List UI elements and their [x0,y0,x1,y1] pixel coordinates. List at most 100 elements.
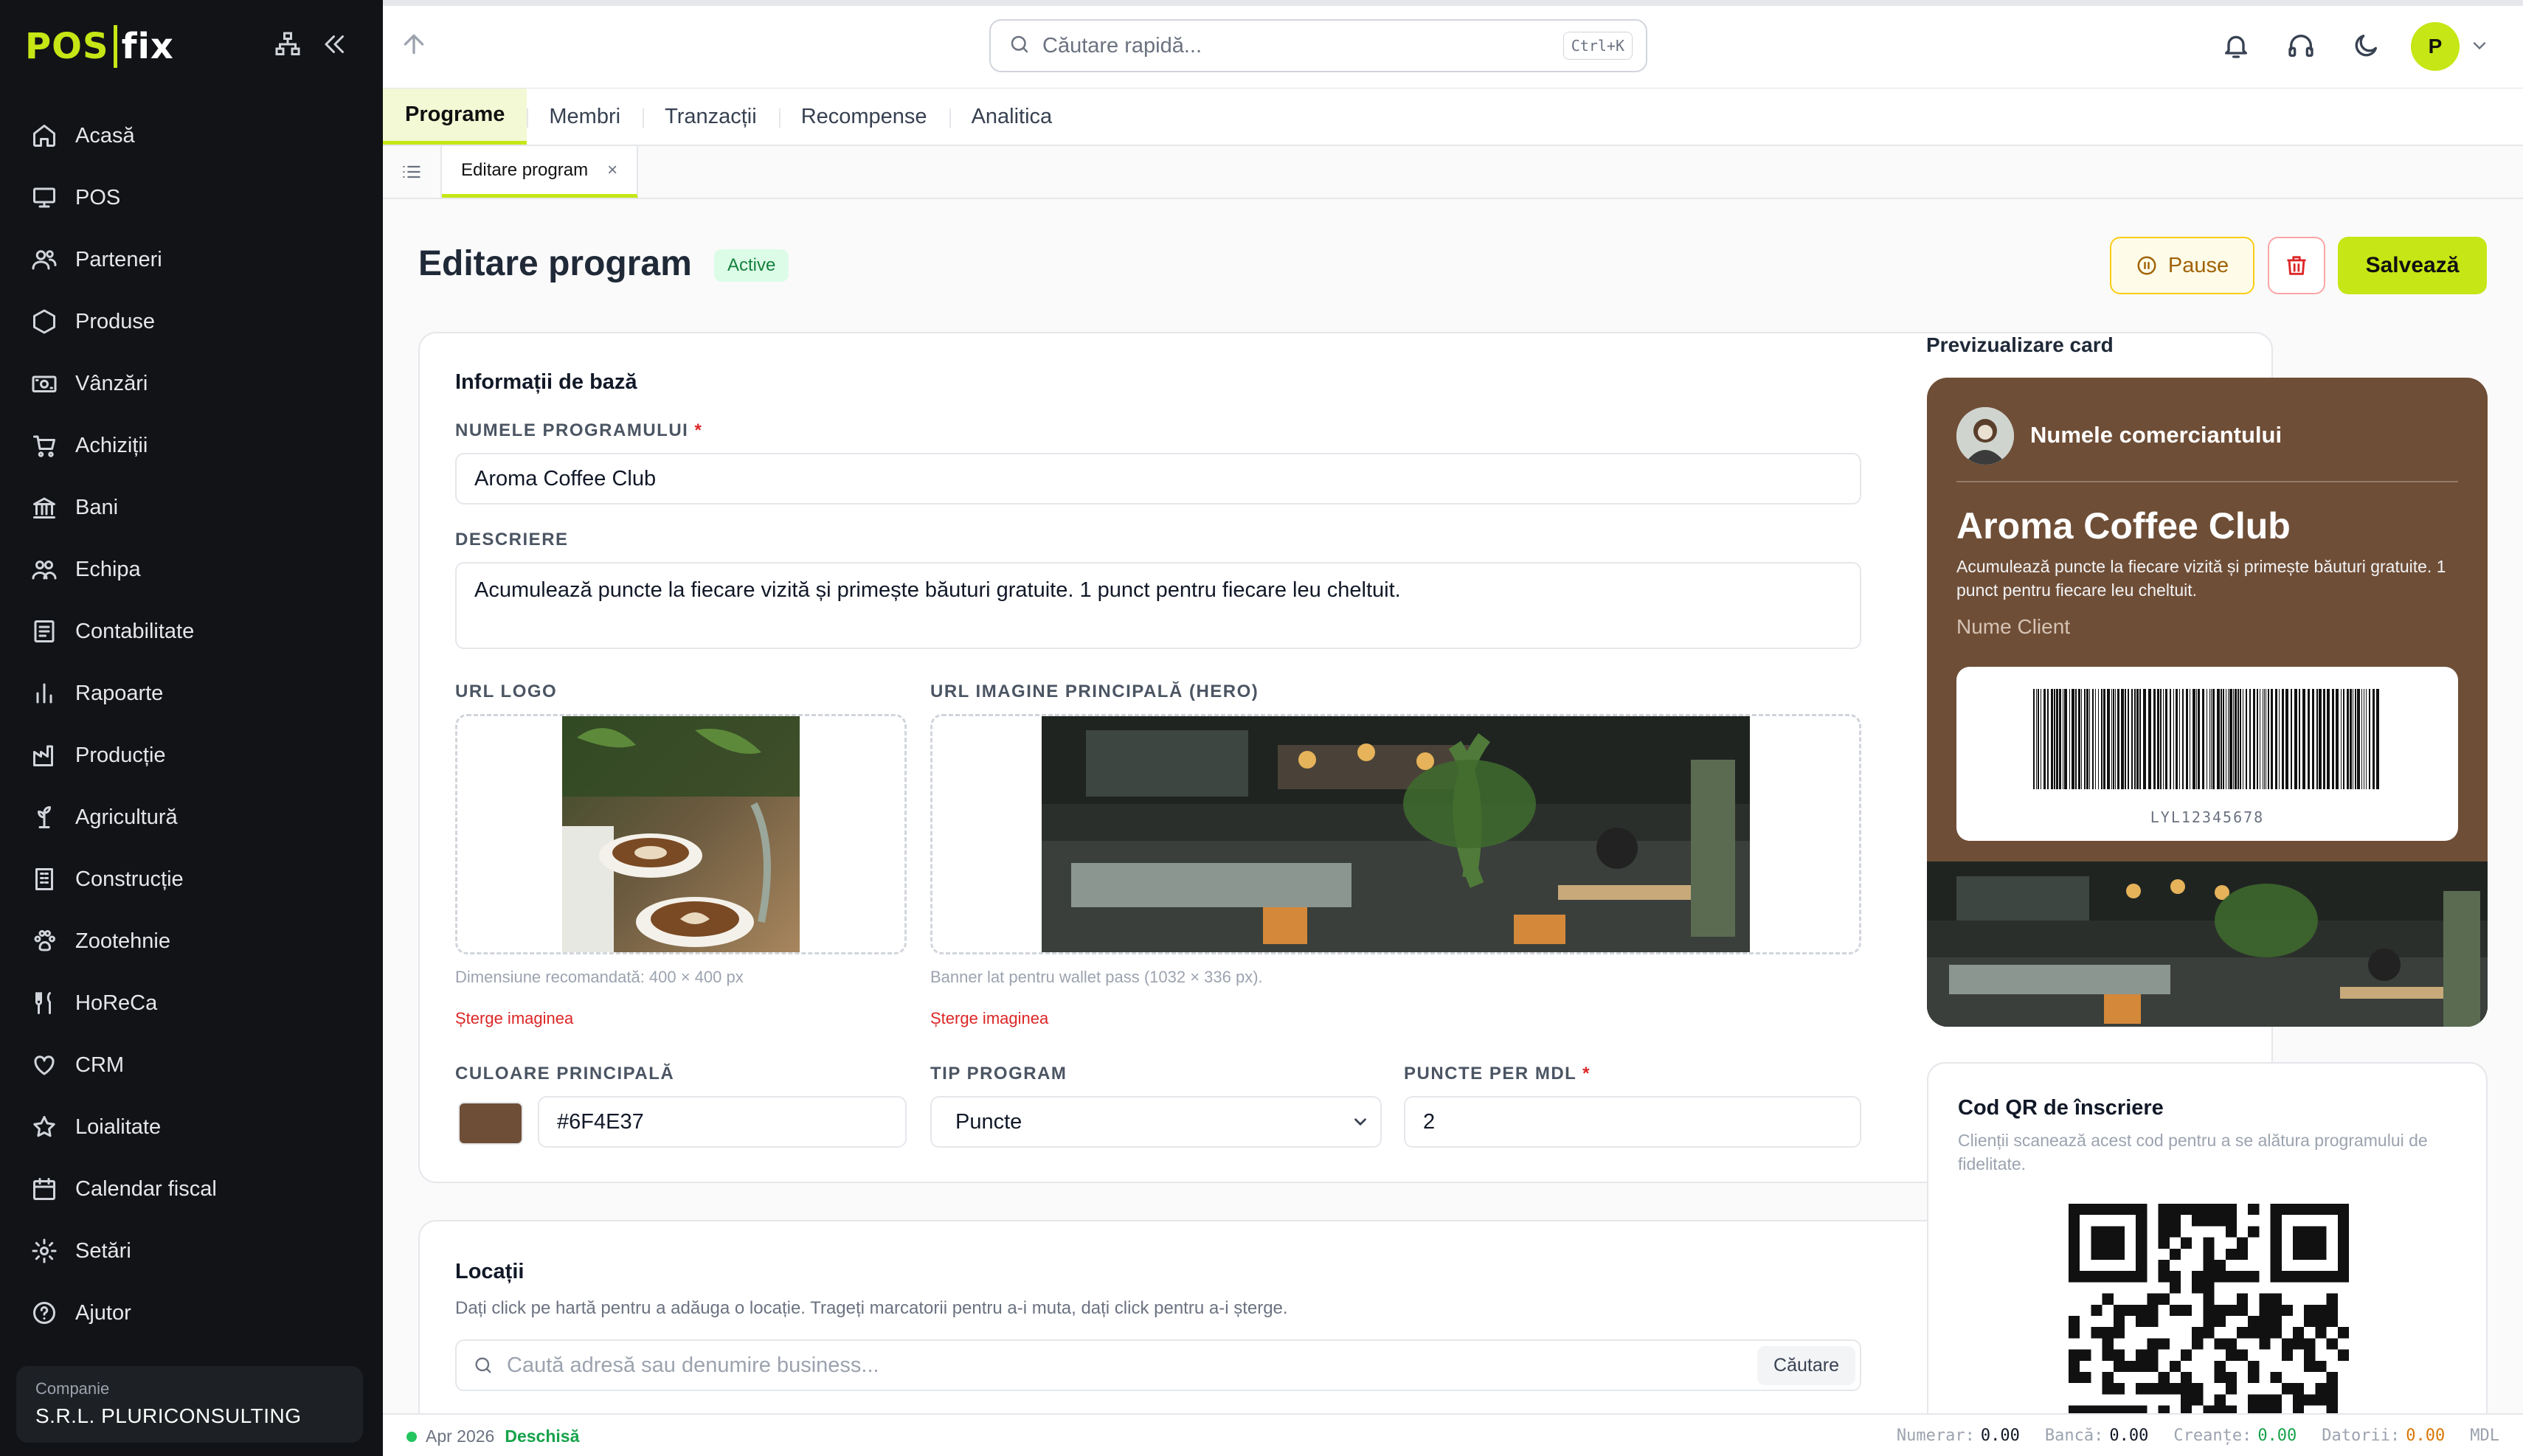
qr-module [2248,1327,2260,1339]
bell-icon[interactable] [2218,28,2254,63]
sidebar-item-zootehnie[interactable]: Zootehnie [0,910,383,972]
arrow-up-icon[interactable] [399,30,432,62]
sidebar-item-acasa[interactable]: Acasă [0,105,383,167]
user-avatar[interactable]: P [2411,22,2460,71]
logo-dropzone[interactable] [455,714,907,954]
qr-module [2225,1349,2237,1361]
delete-button[interactable] [2268,237,2325,294]
period-state: Deschisă [505,1426,580,1446]
list-icon[interactable] [383,146,442,198]
qr-module [2326,1304,2338,1316]
tab-membri[interactable]: Membri [527,89,643,145]
barcode-bar [2238,689,2239,789]
program-type-select[interactable]: Puncte [930,1096,1382,1148]
pause-button[interactable]: Pause [2110,237,2254,294]
program-name-value: Aroma Coffee Club [474,466,657,490]
qr-module [2169,1383,2181,1395]
headset-icon[interactable] [2283,28,2319,63]
sidebar-item-label: CRM [75,1053,125,1077]
app-logo[interactable]: POS fix [25,21,174,72]
color-swatch[interactable] [458,1102,523,1145]
sidebar-item-horeca[interactable]: HoReCa [0,972,383,1034]
address-search-button[interactable]: Căutare [1757,1345,1855,1385]
sidebar-item-productie[interactable]: Producție [0,724,383,786]
quick-search[interactable]: Căutare rapidă... Ctrl+K [989,19,1647,72]
tab-tranzactii[interactable]: Tranzacții [643,89,779,145]
moon-icon[interactable] [2348,28,2384,63]
tab-label: Membri [549,104,621,128]
company-selector[interactable]: Companie S.R.L. PLURICONSULTING [16,1366,363,1443]
qr-module [2304,1394,2316,1406]
barcode-bar [2160,689,2162,789]
barcode-bar [2246,689,2247,789]
delete-hero-link[interactable]: Șterge imaginea [930,1009,1048,1028]
delete-logo-link[interactable]: Șterge imaginea [455,1009,573,1028]
sidebar-item-loialitate[interactable]: Loialitate [0,1096,383,1158]
barcode-bar [2366,689,2367,789]
sidebar-item-crm[interactable]: CRM [0,1034,383,1096]
sidebar-item-bani[interactable]: Bani [0,476,383,538]
sidebar-item-setari[interactable]: Setări [0,1220,383,1282]
barcard: LYL12345678 [1956,667,2458,841]
points-per-mdl-input[interactable]: 2 [1404,1096,1861,1148]
sidebar-item-achizitii[interactable]: Achiziții [0,415,383,476]
team-icon [30,555,59,584]
sidebar-item-pos[interactable]: POS [0,167,383,229]
address-search-input[interactable]: Caută adresă sau denumire business... [507,1353,1757,1378]
qr-title: Cod QR de înscriere [1958,1096,2164,1120]
qr-module [2259,1338,2271,1350]
primary-color-input[interactable]: #6F4E37 [538,1096,907,1148]
sidebar-item-calendar-fiscal[interactable]: Calendar fiscal [0,1158,383,1220]
search-input[interactable]: Căutare rapidă... [1042,34,1563,58]
client-name: Nume Client [1956,615,2071,638]
sidebar-item-parteneri[interactable]: Parteneri [0,229,383,291]
qr-module [2203,1204,2215,1216]
qr-module [2225,1226,2237,1238]
status-dot [406,1431,417,1442]
barcode-bar [2115,689,2116,789]
description-textarea[interactable]: Acumulează puncte la fiecare vizită și p… [455,562,1861,649]
sidebar-item-vanzari[interactable]: Vânzări [0,353,383,415]
qr-module [2169,1248,2181,1260]
qr-module [2259,1316,2271,1328]
star-icon [30,1112,59,1142]
qr-module [2158,1293,2170,1305]
sidebar-item-contabilitate[interactable]: Contabilitate [0,600,383,662]
gear-icon [30,1236,59,1266]
card-title: Aroma Coffee Club [1956,505,2291,547]
section-title: Locații [455,1260,525,1283]
barcode-bar [2165,689,2167,789]
qr-module [2203,1248,2215,1260]
balances: Numerar: 0.00 Bancă: 0.00 Creanțe: 0.00 Dat… [1872,1426,2499,1445]
barcode-bar [2107,689,2110,789]
sidebar-item-constructie[interactable]: Construcție [0,848,383,910]
tab-recompense[interactable]: Recompense [778,89,949,145]
period-status[interactable]: Apr 2026 Deschisă [406,1426,579,1446]
save-button[interactable]: Salvează [2338,237,2487,294]
qr-module [2181,1349,2193,1361]
barcode-bar [2235,689,2237,789]
qr-code[interactable] [2069,1204,2349,1446]
barcode-bar [2308,689,2310,789]
doc-tab-editare-program[interactable]: Editare program × [442,146,639,198]
barcode-bar [2229,689,2232,789]
qr-module [2259,1327,2271,1339]
org-tree-icon[interactable] [271,28,304,60]
program-name-input[interactable]: Aroma Coffee Club [455,453,1861,505]
tab-programe[interactable]: Programe [383,89,527,145]
hero-dropzone[interactable] [930,714,1861,954]
tab-analitica[interactable]: Analitica [949,89,1075,145]
address-search[interactable]: Caută adresă sau denumire business... Că… [455,1339,1861,1391]
sidebar-item-produse[interactable]: Produse [0,291,383,353]
sidebar-item-rapoarte[interactable]: Rapoarte [0,662,383,724]
sidebar-item-ajutor[interactable]: Ajutor [0,1282,383,1344]
barcode-bar [2361,689,2362,789]
qr-module [2192,1282,2204,1294]
chevron-down-icon[interactable] [2469,35,2491,58]
barcode-bar [2327,689,2330,789]
qr-module [2237,1349,2249,1361]
sidebar-item-agricultura[interactable]: Agricultură [0,786,383,848]
sidebar-item-echipa[interactable]: Echipa [0,538,383,600]
collapse-sidebar-icon[interactable] [319,28,351,60]
close-icon[interactable]: × [607,160,617,181]
